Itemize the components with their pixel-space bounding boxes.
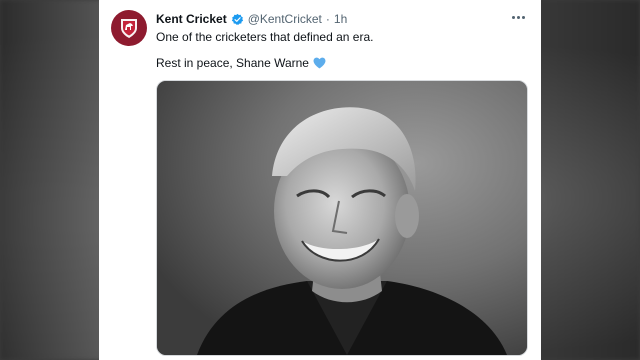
avatar[interactable] bbox=[111, 10, 147, 46]
kent-crest-icon bbox=[121, 19, 137, 38]
separator-dot: · bbox=[325, 12, 330, 26]
tweet-header: Kent Cricket @KentCricket · 1h bbox=[156, 10, 501, 28]
timestamp[interactable]: 1h bbox=[334, 12, 347, 26]
verified-badge-icon bbox=[231, 13, 244, 26]
tweet-text-line-2-row: Rest in peace, Shane Warne bbox=[156, 56, 326, 70]
tweet-text-line-2: Rest in peace, Shane Warne bbox=[156, 56, 309, 70]
tweet-text-line-1: One of the cricketers that defined an er… bbox=[156, 30, 374, 44]
user-handle[interactable]: @KentCricket bbox=[248, 12, 322, 26]
more-options-icon[interactable] bbox=[509, 10, 527, 24]
portrait-photo bbox=[157, 81, 527, 355]
tweet-card[interactable]: Kent Cricket @KentCricket · 1h One of th… bbox=[99, 0, 541, 360]
display-name[interactable]: Kent Cricket bbox=[156, 12, 227, 26]
blue-heart-icon bbox=[313, 57, 326, 69]
tweet-photo[interactable] bbox=[156, 80, 528, 356]
